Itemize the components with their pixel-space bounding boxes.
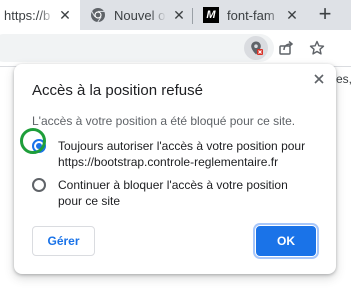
tab-title: font-fam bbox=[227, 7, 275, 23]
toolbar bbox=[0, 30, 351, 66]
tab-new-tab[interactable]: Nouvel o ✕ bbox=[80, 0, 192, 30]
option-line: https://bootstrap.controle-reglementaire… bbox=[58, 155, 279, 169]
option-line: Continuer à bloquer l'accès à votre posi… bbox=[58, 178, 288, 192]
option-label: Toujours autoriser l'accès à votre posit… bbox=[58, 138, 305, 170]
popup-message: L'accès à votre position a été bloqué po… bbox=[32, 114, 296, 128]
tab-title: Nouvel o bbox=[114, 7, 166, 23]
manage-button[interactable]: Gérer bbox=[32, 226, 95, 256]
highlight-circle bbox=[20, 128, 46, 154]
ok-button[interactable]: OK bbox=[256, 226, 316, 256]
tab-title: https://b bbox=[4, 7, 51, 23]
address-bar[interactable] bbox=[0, 34, 274, 62]
plus-icon[interactable]: + bbox=[313, 2, 337, 26]
mdn-icon: M bbox=[203, 7, 219, 23]
option-always-allow[interactable]: Toujours autoriser l'accès à votre posit… bbox=[32, 138, 305, 170]
radio-keep-blocking[interactable] bbox=[32, 178, 46, 192]
location-blocked-icon[interactable] bbox=[244, 36, 268, 60]
option-label: Continuer à bloquer l'accès à votre posi… bbox=[58, 177, 288, 209]
tab-strip: https://b ✕ Nouvel o ✕ M font-fam ✕ + bbox=[0, 0, 351, 30]
close-icon[interactable]: ✕ bbox=[172, 8, 186, 22]
close-icon[interactable]: ✕ bbox=[285, 8, 299, 22]
close-icon[interactable] bbox=[310, 70, 328, 88]
popup-title: Accès à la position refusé bbox=[32, 82, 203, 99]
share-icon[interactable] bbox=[274, 36, 298, 60]
page-text-fragment: es, bbox=[336, 72, 351, 86]
option-keep-blocking[interactable]: Continuer à bloquer l'accès à votre posi… bbox=[32, 177, 288, 209]
close-icon[interactable]: ✕ bbox=[58, 8, 72, 22]
star-icon[interactable] bbox=[305, 36, 329, 60]
option-line: pour ce site bbox=[58, 194, 121, 208]
chrome-icon bbox=[90, 7, 106, 23]
option-line: Toujours autoriser l'accès à votre posit… bbox=[58, 139, 306, 153]
tab-active[interactable]: https://b ✕ bbox=[0, 0, 80, 30]
tab-font-family[interactable]: M font-fam ✕ bbox=[193, 0, 305, 30]
